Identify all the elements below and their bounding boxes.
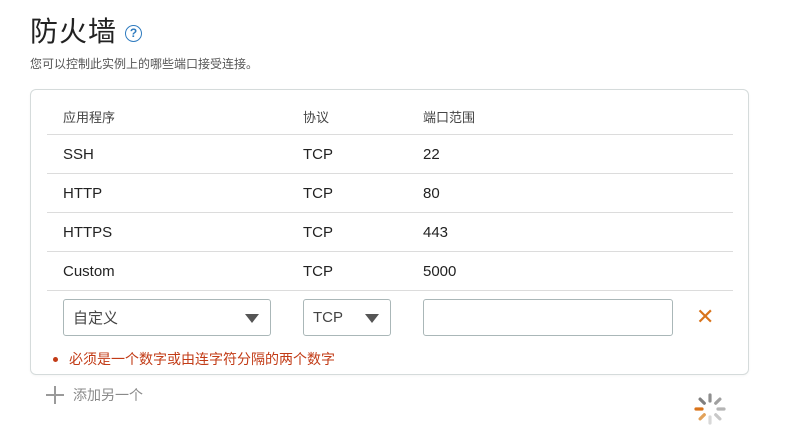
table-row: SSH TCP 22 <box>47 135 733 174</box>
title-row: 防火墙 ? <box>30 10 143 50</box>
row-port-range: 80 <box>423 184 440 202</box>
add-another-button[interactable]: 添加另一个 <box>46 385 143 405</box>
table-row: HTTPS TCP 443 <box>47 213 733 252</box>
row-application: HTTPS <box>63 223 113 241</box>
column-header-application: 应用程序 <box>63 110 116 125</box>
caret-down-icon <box>245 314 259 323</box>
column-header-port-range: 端口范围 <box>423 110 476 125</box>
table-row: Custom TCP 5000 <box>47 252 733 291</box>
row-protocol: TCP <box>303 262 333 280</box>
help-icon[interactable]: ? <box>125 24 143 42</box>
protocol-select[interactable]: TCP <box>303 299 391 336</box>
validation-error-text: 必须是一个数字或由连字符分隔的两个数字 <box>69 351 335 367</box>
caret-down-icon <box>365 314 379 323</box>
add-another-label: 添加另一个 <box>73 387 143 403</box>
page-title: 防火墙 <box>30 16 118 47</box>
page-subtitle: 您可以控制此实例上的哪些端口接受连接。 <box>30 57 259 71</box>
port-range-input[interactable] <box>423 299 673 336</box>
column-header-protocol: 协议 <box>303 110 330 125</box>
row-application: Custom <box>63 262 115 280</box>
row-protocol: TCP <box>303 145 333 163</box>
row-application: HTTP <box>63 184 103 202</box>
remove-rule-icon[interactable]: ✕ <box>696 304 714 330</box>
plus-icon <box>46 386 64 404</box>
protocol-select-value: TCP <box>313 309 343 326</box>
bullet-icon <box>53 356 58 362</box>
row-protocol: TCP <box>303 223 333 241</box>
row-protocol: TCP <box>303 184 333 202</box>
table-row: HTTP TCP 80 <box>47 174 733 213</box>
firewall-page: 防火墙 ? 您可以控制此实例上的哪些端口接受连接。 应用程序 协议 端口范围 S… <box>0 0 785 433</box>
application-select[interactable]: 自定义 <box>63 299 271 336</box>
application-select-value: 自定义 <box>73 310 119 327</box>
row-port-range: 22 <box>423 145 440 163</box>
loading-spinner-icon <box>694 393 726 425</box>
row-port-range: 443 <box>423 223 449 241</box>
table-header: 应用程序 协议 端口范围 <box>47 99 733 135</box>
row-application: SSH <box>63 145 94 163</box>
firewall-rules-table: 应用程序 协议 端口范围 SSH TCP 22 HTTP TCP 80 HTTP… <box>47 99 733 291</box>
validation-error: 必须是一个数字或由连字符分隔的两个数字 <box>53 349 335 369</box>
row-port-range: 5000 <box>423 262 457 280</box>
